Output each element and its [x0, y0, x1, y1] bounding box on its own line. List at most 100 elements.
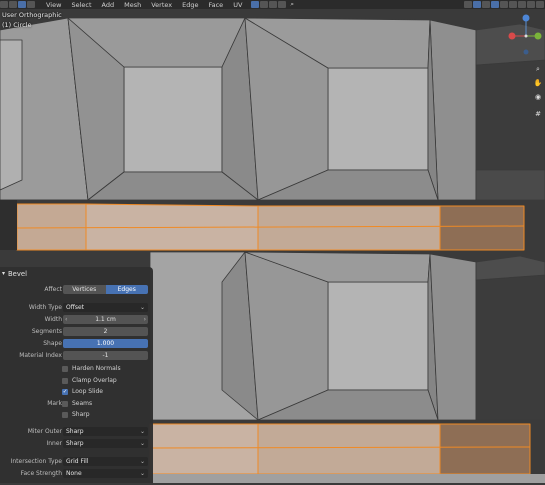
sharp-label: Sharp: [72, 411, 90, 418]
proportional-edit-icon[interactable]: [269, 1, 278, 8]
menu-add[interactable]: Add: [102, 1, 115, 9]
miter-outer-value: Sharp: [66, 428, 84, 435]
checkbox-box: [62, 377, 68, 384]
seams-label: Seams: [72, 400, 93, 407]
miter-outer-row: Miter Outer Sharp ⌄: [0, 427, 153, 437]
shape-slider[interactable]: 1.000: [63, 339, 148, 348]
checkbox-box: [62, 400, 68, 407]
bevel-operator-panel: ▾ Bevel Affect Vertices Edges Width Type…: [0, 267, 153, 483]
material-index-value: -1: [102, 352, 109, 359]
miter-outer-dropdown[interactable]: Sharp ⌄: [63, 427, 148, 436]
width-type-dropdown[interactable]: Offset ⌄: [63, 303, 148, 312]
loop-slide-row: ✓ Loop Slide: [0, 387, 153, 397]
overlays-toggle-icon[interactable]: [491, 1, 499, 8]
shape-label: Shape: [43, 340, 62, 347]
clamp-overlap-checkbox[interactable]: Clamp Overlap: [62, 376, 117, 385]
shading-options-icon[interactable]: [536, 1, 544, 8]
menu-mesh[interactable]: Mesh: [124, 1, 141, 9]
segments-label: Segments: [31, 328, 62, 335]
chevron-down-icon: ⌄: [139, 440, 145, 447]
viewport-info: User Orthographic (1) Circle: [2, 10, 62, 30]
search-icon[interactable]: ⌕: [290, 0, 294, 9]
navigation-gizmo[interactable]: [503, 12, 543, 58]
snap-icon[interactable]: [260, 1, 269, 8]
harden-normals-label: Harden Normals: [72, 365, 121, 372]
object-name: (1) Circle: [2, 21, 32, 29]
width-type-label: Width Type: [28, 304, 62, 311]
pan-hand-icon[interactable]: ✋: [533, 78, 543, 88]
collapse-triangle-icon[interactable]: ▾: [2, 270, 5, 277]
intersection-type-label: Intersection Type: [10, 458, 62, 465]
affect-label: Affect: [44, 286, 62, 293]
loop-slide-label: Loop Slide: [72, 388, 103, 395]
width-type-row: Width Type Offset ⌄: [0, 303, 153, 313]
menu-view[interactable]: View: [46, 1, 61, 9]
panel-header[interactable]: ▾ Bevel: [0, 267, 153, 280]
camera-view-icon[interactable]: ◉: [533, 92, 543, 102]
affect-row: Affect Vertices Edges: [0, 285, 153, 295]
perspective-grid-icon[interactable]: #: [533, 109, 543, 119]
mark-seams-row: Mark Seams: [0, 399, 153, 409]
zoom-icon[interactable]: ⌕: [533, 64, 543, 74]
menu-face[interactable]: Face: [208, 1, 223, 9]
panel-title: Bevel: [8, 269, 27, 278]
solid-shading-icon[interactable]: [509, 1, 517, 8]
menu-edge[interactable]: Edge: [182, 1, 198, 9]
harden-normals-checkbox[interactable]: Harden Normals: [62, 364, 121, 373]
chevron-down-icon: ⌄: [139, 428, 145, 435]
inner-row: Inner Sharp ⌄: [0, 439, 153, 449]
intersection-type-value: Grid Fill: [66, 458, 89, 465]
affect-vertices-button[interactable]: Vertices: [63, 285, 106, 294]
inner-value: Sharp: [66, 440, 84, 447]
width-label: Width: [44, 316, 62, 323]
width-field[interactable]: ‹ 1.1 cm ›: [63, 315, 148, 324]
clamp-overlap-row: Clamp Overlap: [0, 376, 153, 386]
vertex-select-icon[interactable]: [9, 1, 17, 8]
inner-dropdown[interactable]: Sharp ⌄: [63, 439, 148, 448]
menu-uv[interactable]: UV: [233, 1, 242, 9]
harden-normals-row: Harden Normals: [0, 364, 153, 374]
rendered-shading-icon[interactable]: [527, 1, 535, 8]
increment-arrow-icon[interactable]: ›: [144, 315, 146, 324]
transform-pivot-icon[interactable]: [251, 1, 260, 8]
viewport-gizmo-icon[interactable]: [482, 1, 490, 8]
miter-outer-label: Miter Outer: [27, 428, 62, 435]
sharp-checkbox[interactable]: Sharp: [62, 410, 90, 419]
intersection-type-dropdown[interactable]: Grid Fill ⌄: [63, 457, 148, 466]
xray-toggle-icon[interactable]: [473, 1, 481, 8]
menu-select[interactable]: Select: [71, 1, 91, 9]
segments-value: 2: [103, 328, 108, 335]
face-strength-dropdown[interactable]: None ⌄: [63, 469, 148, 478]
width-value: 1.1 cm: [95, 316, 116, 323]
shape-value: 1.000: [96, 340, 115, 347]
loop-slide-checkbox[interactable]: ✓ Loop Slide: [62, 387, 103, 396]
shape-row: Shape 1.000: [0, 339, 153, 349]
checkmark-icon: ✓: [62, 388, 68, 395]
face-strength-label: Face Strength: [20, 470, 62, 477]
menu-vertex[interactable]: Vertex: [151, 1, 172, 9]
viewport-header: View Select Add Mesh Vertex Edge Face UV…: [0, 0, 545, 9]
inner-label: Inner: [46, 440, 62, 447]
wireframe-shading-icon[interactable]: [500, 1, 508, 8]
decrement-arrow-icon[interactable]: ‹: [65, 315, 67, 324]
editor-type-icon[interactable]: [0, 1, 8, 8]
material-index-row: Material Index -1: [0, 351, 153, 361]
material-shading-icon[interactable]: [518, 1, 526, 8]
affect-toggle: Vertices Edges: [63, 285, 148, 294]
checkbox-box: [62, 411, 68, 418]
face-select-icon[interactable]: [27, 1, 35, 8]
mark-label: Mark: [47, 400, 62, 407]
affect-edges-button[interactable]: Edges: [105, 285, 148, 294]
clamp-overlap-label: Clamp Overlap: [72, 377, 117, 384]
mirror-icon[interactable]: [278, 1, 287, 8]
overlay-options-icon[interactable]: [464, 1, 472, 8]
edge-select-icon[interactable]: [18, 1, 26, 8]
checkbox-box: [62, 365, 68, 372]
seams-checkbox[interactable]: Seams: [62, 399, 92, 408]
material-index-field[interactable]: -1: [63, 351, 148, 360]
chevron-down-icon: ⌄: [139, 458, 145, 465]
chevron-down-icon: ⌄: [139, 304, 145, 311]
segments-field[interactable]: 2: [63, 327, 148, 336]
face-strength-row: Face Strength None ⌄: [0, 469, 153, 479]
width-type-value: Offset: [66, 304, 85, 311]
